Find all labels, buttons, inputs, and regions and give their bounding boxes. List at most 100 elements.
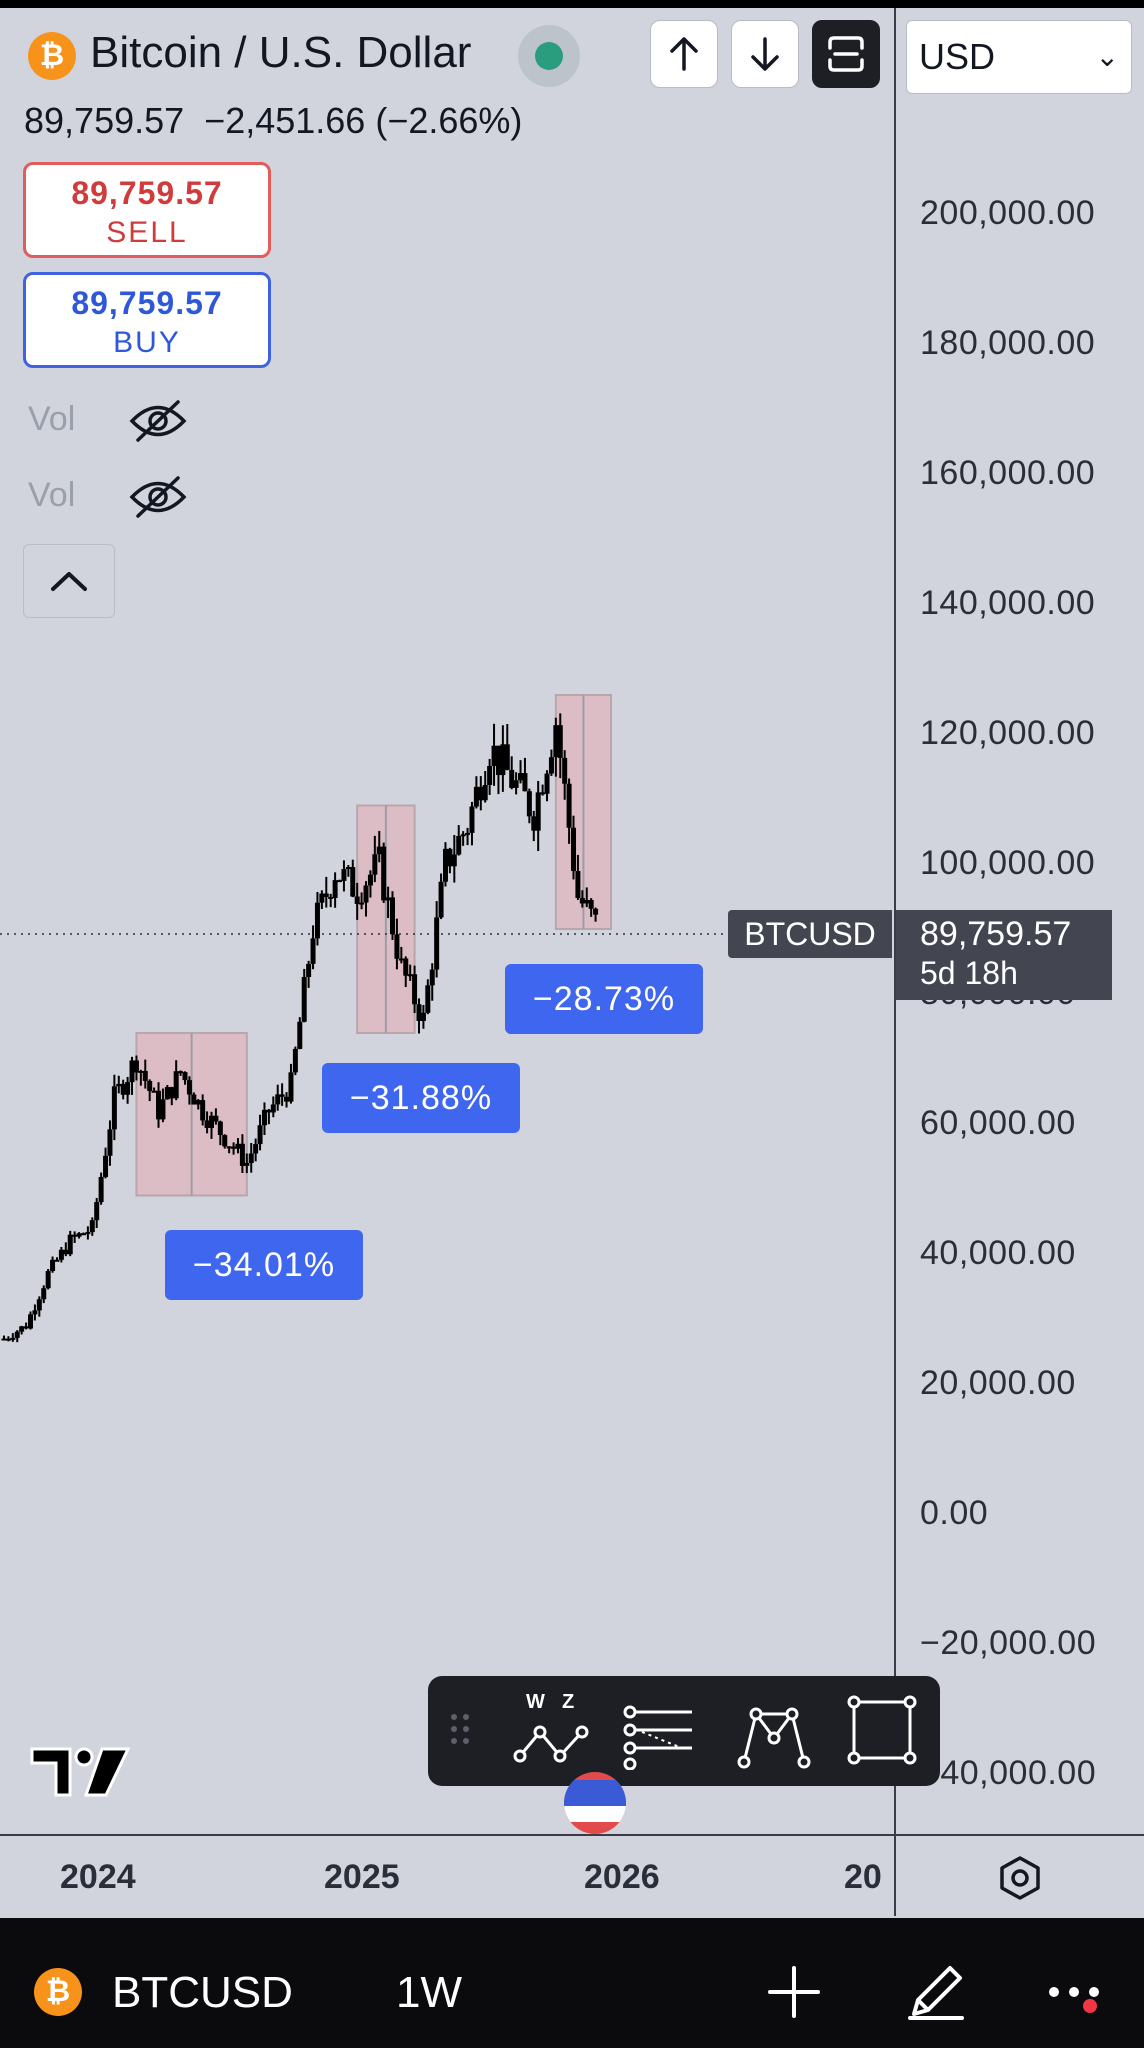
price-bar-body bbox=[72, 1234, 78, 1237]
price-bar-body bbox=[19, 1326, 25, 1332]
time-axis-tick: 20 bbox=[844, 1858, 882, 1896]
volume-indicator-label: Vol bbox=[28, 400, 76, 438]
price-bar-body bbox=[314, 902, 320, 939]
sell-button[interactable]: 89,759.57 SELL bbox=[23, 162, 271, 258]
price-bar-body bbox=[23, 1326, 29, 1329]
price-bar-body bbox=[222, 1135, 228, 1147]
price-axis-tick: −40,000.00 bbox=[920, 1754, 1097, 1792]
price-bar-body bbox=[482, 784, 488, 801]
status-bar-strip bbox=[0, 0, 1144, 8]
price-bar-body bbox=[217, 1121, 223, 1136]
price-bar-body bbox=[261, 1109, 267, 1126]
arrow-down-button[interactable] bbox=[731, 20, 799, 88]
symbol-selector[interactable]: BTCUSD bbox=[112, 1968, 293, 2018]
eye-hidden-icon[interactable] bbox=[128, 398, 188, 444]
drawing-pen-icon[interactable] bbox=[904, 1960, 968, 2024]
price-bar-body bbox=[279, 1094, 285, 1097]
price-bar-body bbox=[341, 869, 347, 881]
last-price: 89,759.57 bbox=[24, 100, 185, 141]
price-bar-body bbox=[535, 792, 541, 831]
collapse-legend-button[interactable] bbox=[23, 544, 115, 618]
price-bar-body bbox=[465, 832, 471, 835]
add-icon[interactable] bbox=[766, 1964, 822, 2020]
drag-handle-icon[interactable] bbox=[446, 1711, 476, 1751]
price-bar-body bbox=[513, 780, 519, 788]
price-bar-body bbox=[147, 1080, 153, 1091]
price-bar-body bbox=[478, 786, 484, 801]
price-bar-body bbox=[138, 1070, 144, 1073]
price-axis-tick: 40,000.00 bbox=[920, 1234, 1076, 1272]
price-bar-body bbox=[204, 1120, 210, 1128]
price-bar-body bbox=[58, 1249, 64, 1260]
symbol-title[interactable]: Bitcoin / U.S. Dollar bbox=[90, 28, 471, 78]
bitcoin-icon: ₿ bbox=[34, 1968, 82, 2016]
tradingview-logo bbox=[30, 1747, 130, 1797]
svg-text:Z: Z bbox=[562, 1691, 574, 1713]
eye-hidden-icon[interactable] bbox=[128, 474, 188, 520]
price-bar-body bbox=[359, 902, 365, 905]
fullscreen-icon bbox=[828, 36, 864, 72]
xabcd-pattern-icon[interactable] bbox=[734, 1690, 814, 1770]
price-bar-body bbox=[266, 1109, 272, 1113]
price-axis-tick: 60,000.00 bbox=[920, 1104, 1076, 1142]
price-bar-body bbox=[27, 1314, 33, 1329]
interval-selector[interactable]: 1W bbox=[396, 1968, 462, 2018]
arrow-up-icon bbox=[670, 37, 698, 71]
price-bar-body bbox=[14, 1331, 20, 1338]
price-bar-body bbox=[548, 757, 554, 774]
price-bar-body bbox=[381, 846, 387, 901]
price-bar-body bbox=[275, 1094, 281, 1105]
drawdown-label[interactable]: −34.01% bbox=[165, 1230, 363, 1300]
price-bar-body bbox=[226, 1146, 232, 1149]
price-bar-body bbox=[434, 917, 440, 970]
price-bar-body bbox=[531, 816, 537, 831]
price-bar-body bbox=[288, 1072, 294, 1102]
price-change-percent: (−2.66%) bbox=[375, 100, 523, 141]
price-bar-body bbox=[297, 1021, 303, 1049]
price-bar-body bbox=[332, 880, 338, 898]
price-bar-body bbox=[553, 725, 559, 758]
price-bar-body bbox=[593, 908, 599, 915]
pattern-tool-icon[interactable]: W Z bbox=[512, 1690, 592, 1770]
price-bar-body bbox=[235, 1143, 241, 1149]
price-bar-body bbox=[244, 1163, 250, 1166]
chevron-down-icon: ⌄ bbox=[1095, 41, 1119, 72]
price-bar-body bbox=[403, 958, 409, 976]
currency-select[interactable]: USD ⌄ bbox=[906, 20, 1132, 94]
buy-label: BUY bbox=[113, 326, 181, 359]
price-axis-tick: 160,000.00 bbox=[920, 454, 1096, 492]
settings-icon[interactable] bbox=[996, 1854, 1044, 1902]
price-bar-body bbox=[116, 1083, 122, 1087]
price-axis-tick: 20,000.00 bbox=[920, 1364, 1076, 1402]
price-bar-body bbox=[103, 1155, 109, 1177]
price-bar-body bbox=[36, 1299, 42, 1311]
price-axis-tick: 140,000.00 bbox=[920, 584, 1096, 622]
price-bar-body bbox=[125, 1082, 131, 1095]
arrow-up-button[interactable] bbox=[650, 20, 718, 88]
arrow-down-icon bbox=[751, 37, 779, 71]
price-bar-body bbox=[438, 881, 444, 918]
price-bar-body bbox=[169, 1087, 175, 1099]
price-bar-body bbox=[460, 834, 466, 837]
time-axis-tick: 2026 bbox=[584, 1858, 660, 1896]
us-flag-icon[interactable] bbox=[564, 1772, 626, 1834]
price-bar-body bbox=[544, 773, 550, 794]
more-options-icon[interactable] bbox=[1046, 1976, 1106, 2016]
price-bar-body bbox=[495, 745, 501, 776]
price-bar-body bbox=[50, 1259, 56, 1272]
buy-button[interactable]: 89,759.57 BUY bbox=[23, 272, 271, 368]
price-bar-body bbox=[319, 893, 325, 903]
price-bar-body bbox=[160, 1099, 166, 1120]
market-status-indicator[interactable] bbox=[518, 25, 580, 87]
drawdown-label[interactable]: −28.73% bbox=[505, 964, 703, 1034]
price-bar-body bbox=[376, 846, 382, 855]
fib-retracement-icon[interactable] bbox=[620, 1690, 700, 1770]
bar-countdown: 5d 18h bbox=[920, 955, 1018, 991]
rectangle-tool-icon[interactable] bbox=[842, 1690, 922, 1770]
price-bar-body bbox=[504, 744, 510, 770]
drawdown-label[interactable]: −31.88% bbox=[322, 1063, 520, 1133]
fullscreen-button[interactable] bbox=[812, 20, 880, 88]
price-bar-body bbox=[456, 835, 462, 855]
svg-text:W: W bbox=[526, 1691, 545, 1713]
price-bar-body bbox=[107, 1129, 113, 1156]
